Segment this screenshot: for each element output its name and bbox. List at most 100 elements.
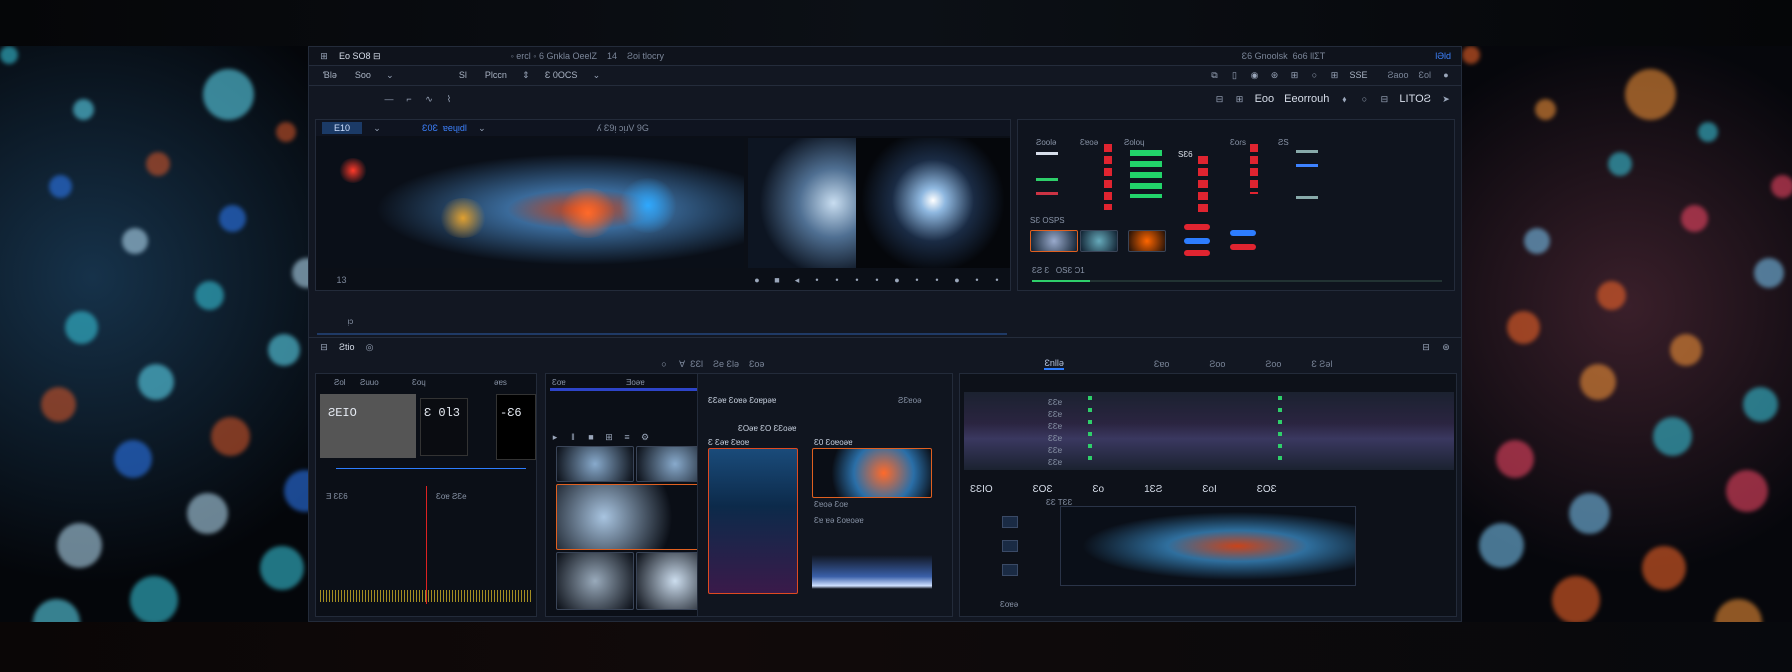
pause-icon[interactable]: ‖: [568, 432, 578, 442]
grid-icon[interactable]: ⊞: [604, 432, 614, 442]
scrub-bar[interactable]: [317, 333, 1007, 335]
grid-icon[interactable]: ⊞: [1290, 70, 1300, 80]
timeline-tab[interactable]: Ɛnllǝ: [1044, 358, 1064, 370]
settings-icon[interactable]: ⊛: [1270, 70, 1280, 80]
grid-icon[interactable]: ⊟: [1215, 94, 1225, 104]
dot-icon[interactable]: •: [932, 275, 942, 285]
dot-icon[interactable]: •: [872, 275, 882, 285]
value-field[interactable]: ƧEIO: [328, 406, 357, 420]
slider[interactable]: [1296, 164, 1318, 167]
dot-icon[interactable]: •: [992, 275, 1002, 285]
media-thumbnail[interactable]: [556, 484, 714, 550]
menu-right-label[interactable]: Ƨaoo: [1388, 70, 1409, 80]
dot-icon[interactable]: •: [912, 275, 922, 285]
chevron-down-icon[interactable]: ⌄: [591, 70, 601, 80]
chevron-down-icon[interactable]: ⌄: [385, 70, 395, 80]
circle-icon[interactable]: ○: [1359, 94, 1369, 104]
effect-thumbnail[interactable]: [1030, 230, 1078, 252]
document-icon[interactable]: ▯: [1230, 70, 1240, 80]
circle-icon[interactable]: ◎: [365, 342, 375, 352]
media-thumbnail[interactable]: [556, 446, 634, 482]
playhead-icon[interactable]: ●: [952, 275, 962, 285]
value-box[interactable]: [496, 394, 536, 460]
viewer-tab[interactable]: E10: [322, 122, 363, 134]
particle-viewport[interactable]: [318, 138, 744, 268]
starburst-viewport[interactable]: [856, 138, 1010, 268]
transform-icon[interactable]: ⇕: [521, 70, 531, 80]
slider[interactable]: [1036, 192, 1058, 195]
playhead-line[interactable]: [426, 486, 427, 604]
selection-tool-icon[interactable]: ⌐: [404, 94, 414, 104]
grid-icon[interactable]: ⊞: [1235, 94, 1245, 104]
timeline-menu-item[interactable]: Ɛɐo: [1154, 359, 1169, 369]
effect-thumbnail[interactable]: [1128, 230, 1166, 252]
chevron-down-icon[interactable]: ⌄: [372, 123, 382, 133]
menu-item[interactable]: Sl: [455, 69, 471, 81]
waveform-icon[interactable]: ∿: [424, 94, 434, 104]
menu-item[interactable]: Soo: [351, 69, 375, 81]
effect-thumbnail[interactable]: [1080, 230, 1118, 252]
toggle[interactable]: [1184, 238, 1210, 244]
slider[interactable]: [1036, 152, 1058, 155]
menu-item[interactable]: Plccn: [481, 69, 511, 81]
slider[interactable]: [1296, 150, 1318, 153]
minus-icon[interactable]: ―: [384, 94, 394, 104]
viewer-tab[interactable]: Ɛ0Ɛ ⁠ ɐeɥᴉdl: [422, 123, 467, 133]
clip-preview[interactable]: [1060, 506, 1356, 586]
grid-icon[interactable]: ⊞: [1330, 70, 1340, 80]
menu-right-label[interactable]: Ɛol: [1419, 70, 1431, 80]
list-icon[interactable]: ≡: [622, 432, 632, 442]
value-field[interactable]: -Ɛ6: [500, 406, 522, 420]
clip-button[interactable]: [1002, 540, 1018, 552]
chevron-down-icon[interactable]: ⌄: [477, 123, 487, 133]
value-field[interactable]: Ɛ 0Ɩ3: [424, 406, 460, 420]
shield-icon[interactable]: ⬧: [1339, 94, 1349, 104]
swirl-thumbnail-stack[interactable]: [708, 448, 798, 594]
timeline-menu-item[interactable]: Ƨoo: [1265, 359, 1281, 369]
settings-icon[interactable]: ⊛: [1441, 342, 1451, 352]
toggle[interactable]: [1184, 224, 1210, 230]
color-swatch[interactable]: [320, 394, 416, 458]
gear-icon[interactable]: ⚙: [640, 432, 650, 442]
timeline-menu-item[interactable]: Ƨoo: [1209, 359, 1225, 369]
track-area[interactable]: [964, 392, 1454, 470]
toolbar-label[interactable]: Eeorrouh: [1284, 93, 1329, 105]
toolbar-label[interactable]: Eoo: [1255, 93, 1275, 105]
stop-icon[interactable]: ■: [586, 432, 596, 442]
dot-icon[interactable]: •: [852, 275, 862, 285]
slider[interactable]: [1296, 196, 1318, 199]
playhead-icon[interactable]: ●: [892, 275, 902, 285]
toggle[interactable]: [1230, 244, 1256, 250]
timeline-menu-item[interactable]: Ɐ ⁠ ƐƐl: [679, 359, 703, 370]
prev-icon[interactable]: ◂: [792, 275, 802, 285]
toolbar-label[interactable]: LITOƧ: [1399, 93, 1431, 105]
layers-icon[interactable]: ⧉: [1210, 70, 1220, 80]
viewer-tab[interactable]: ʎ Ɛ9ᴉ ɔᴉɹV 9G: [597, 123, 649, 133]
clip-button[interactable]: [1002, 516, 1018, 528]
circle-icon[interactable]: ◉: [1250, 70, 1260, 80]
dot-icon[interactable]: •: [812, 275, 822, 285]
menu-item[interactable]: Ɛ 0OCS: [541, 69, 581, 81]
timeline-menu-item[interactable]: Ɛ Ƨǝl: [1311, 359, 1332, 369]
grid-icon[interactable]: ⊟: [1421, 342, 1431, 352]
dot-icon[interactable]: •: [972, 275, 982, 285]
menu-right-label[interactable]: SSE: [1350, 70, 1368, 80]
dot-icon[interactable]: •: [832, 275, 842, 285]
grid-icon[interactable]: ⊟: [1379, 94, 1389, 104]
record-icon[interactable]: ●: [752, 275, 762, 285]
cursor-icon[interactable]: ➤: [1441, 94, 1451, 104]
menu-item[interactable]: Ɓlǝ: [319, 69, 341, 81]
stop-icon[interactable]: ■: [772, 275, 782, 285]
particle-thumbnail[interactable]: [812, 448, 932, 498]
toggle[interactable]: [1184, 250, 1210, 256]
circle-icon[interactable]: ○: [1310, 70, 1320, 80]
circle-icon[interactable]: ●: [1441, 70, 1451, 80]
slider[interactable]: [1036, 178, 1058, 181]
circle-icon[interactable]: ○: [659, 359, 669, 369]
media-thumbnail[interactable]: [556, 552, 634, 610]
pen-icon[interactable]: ⌇: [444, 94, 454, 104]
timeline-menu-item[interactable]: Ɛoǝ: [749, 359, 764, 369]
toggle[interactable]: [1230, 230, 1256, 236]
play-icon[interactable]: ▸: [550, 432, 560, 442]
account-badge[interactable]: ⁠lƏl⁠d: [1435, 51, 1451, 61]
